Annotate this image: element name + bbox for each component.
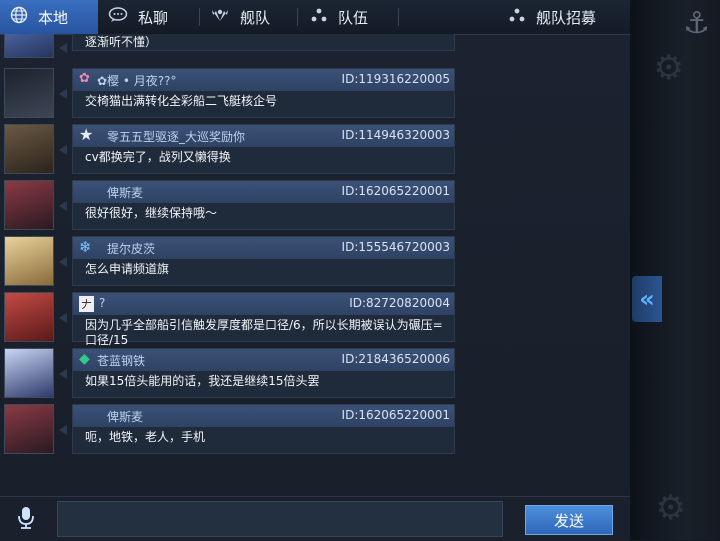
message-text: 很好很好，继续保持哦～ xyxy=(85,206,218,220)
message-text: 怎么申请频道旗 xyxy=(85,262,170,276)
chat-bubble-icon xyxy=(108,7,128,27)
tab-label: 舰队 xyxy=(240,8,271,27)
tab-divider xyxy=(199,8,200,26)
message-header: 𠂇 ? ID:82720820004 xyxy=(73,293,454,315)
flower-badge-icon: ✿ xyxy=(79,71,90,86)
message-text: 如果15倍头能用的话，我还是继续15倍头罢 xyxy=(85,374,320,388)
message-header: 俾斯麦 ID:162065220001 xyxy=(73,405,454,427)
bubble-pointer xyxy=(59,425,67,435)
sender-id: ID:155546720003 xyxy=(341,240,450,254)
bubble-pointer xyxy=(59,201,67,211)
recruit-dots-icon xyxy=(508,7,526,27)
sender-name[interactable]: 苍蓝钢铁 xyxy=(97,352,145,369)
team-dots-icon xyxy=(310,7,328,27)
avatar[interactable] xyxy=(4,404,54,454)
avatar[interactable] xyxy=(4,348,54,398)
message-header: ✿ ✿樱 • 月夜??° ID:119316220005 xyxy=(73,69,454,91)
sender-name[interactable]: ? xyxy=(99,296,105,310)
bubble-pointer xyxy=(59,145,67,155)
sender-id: ID:218436520006 xyxy=(341,352,450,366)
message-bubble: ◆ 苍蓝钢铁 ID:218436520006 如果15倍头能用的话，我还是继续1… xyxy=(72,348,455,398)
tab-fleet[interactable]: 舰队 xyxy=(210,0,270,34)
tab-divider xyxy=(297,8,298,26)
avatar[interactable] xyxy=(4,68,54,118)
tab-local[interactable]: 本地 xyxy=(0,0,98,34)
bubble-pointer xyxy=(59,43,67,53)
bubble-pointer xyxy=(59,313,67,323)
message-text: cv都换完了，战列又懒得换 xyxy=(85,150,231,164)
snowflake-badge-icon: ❄ xyxy=(79,238,92,256)
bubble-pointer xyxy=(59,369,67,379)
avatar[interactable] xyxy=(4,236,54,286)
tab-label: 私聊 xyxy=(138,8,169,27)
message-input[interactable] xyxy=(57,501,503,537)
message-list[interactable]: 逐渐听不懂） ✿ ✿樱 • 月夜??° ID:119316220005 交椅猫出… xyxy=(0,34,630,496)
game-background: ⚓ ⚙ ⚙ xyxy=(630,0,720,540)
sender-id: ID:162065220001 xyxy=(341,184,450,198)
message-header: ◆ 苍蓝钢铁 ID:218436520006 xyxy=(73,349,454,371)
avatar[interactable] xyxy=(4,180,54,230)
gear-icon: ⚙ xyxy=(655,488,686,528)
bubble-pointer xyxy=(59,89,67,99)
anchor-icon: ⚓ xyxy=(683,6,710,41)
star-badge-icon: ★ xyxy=(79,125,94,144)
message-text: 逐渐听不懂） xyxy=(85,35,158,49)
globe-icon xyxy=(10,6,28,28)
avatar[interactable] xyxy=(4,34,54,58)
sender-id: ID:82720820004 xyxy=(349,296,450,310)
microphone-icon xyxy=(16,506,36,534)
voice-input-button[interactable] xyxy=(14,507,38,533)
message-text: 呃，地铁，老人，手机 xyxy=(85,430,206,444)
chat-input-bar: 发送 xyxy=(0,496,630,541)
sender-name[interactable]: 零五五型驱逐_大巡奖励你 xyxy=(107,128,245,145)
message-header: ❄ 提尔皮茨 ID:155546720003 xyxy=(73,237,454,259)
collapse-panel-button[interactable]: « xyxy=(632,276,662,322)
message-bubble: ★ 零五五型驱逐_大巡奖励你 ID:114946320003 cv都换完了，战列… xyxy=(72,124,455,174)
sender-id: ID:119316220005 xyxy=(341,72,450,86)
bubble-pointer xyxy=(59,257,67,267)
double-chevron-left-icon: « xyxy=(639,285,655,313)
message-bubble: 𠂇 ? ID:82720820004 因为几乎全部船引信触发厚度都是口径/6，所… xyxy=(72,292,455,347)
avatar[interactable] xyxy=(4,124,54,174)
calligraphy-badge-icon: 𠂇 xyxy=(79,296,94,312)
message-bubble: 逐渐听不懂） xyxy=(72,34,455,51)
green-gem-badge-icon: ◆ xyxy=(79,351,90,367)
chat-tab-bar: 本地 私聊 舰队 队伍 舰队招募 xyxy=(0,0,630,35)
message-bubble: ✿ ✿樱 • 月夜??° ID:119316220005 交椅猫出满转化全彩船二… xyxy=(72,68,455,118)
tab-label: 队伍 xyxy=(338,8,369,27)
tab-team[interactable]: 队伍 xyxy=(310,0,368,34)
message-bubble: 俾斯麦 ID:162065220001 呃，地铁，老人，手机 xyxy=(72,404,455,454)
tab-divider xyxy=(398,8,399,26)
gear-icon: ⚙ xyxy=(653,48,684,88)
sender-id: ID:114946320003 xyxy=(341,128,450,142)
sender-name[interactable]: 俾斯麦 xyxy=(107,408,143,425)
message-header: 俾斯麦 ID:162065220001 xyxy=(73,181,454,203)
tab-private-chat[interactable]: 私聊 xyxy=(108,0,168,34)
tab-fleet-recruit[interactable]: 舰队招募 xyxy=(508,0,596,34)
message-bubble: 俾斯麦 ID:162065220001 很好很好，继续保持哦～ xyxy=(72,180,455,230)
sender-name[interactable]: 提尔皮茨 xyxy=(107,240,155,257)
message-text: 交椅猫出满转化全彩船二飞艇核企号 xyxy=(85,94,278,108)
sender-id: ID:162065220001 xyxy=(341,408,450,422)
sender-name[interactable]: ✿樱 • 月夜??° xyxy=(97,72,177,89)
avatar[interactable] xyxy=(4,292,54,342)
message-bubble: ❄ 提尔皮茨 ID:155546720003 怎么申请频道旗 xyxy=(72,236,455,286)
sender-name[interactable]: 俾斯麦 xyxy=(107,184,143,201)
tab-label: 本地 xyxy=(38,8,69,27)
fleet-wings-icon xyxy=(210,7,230,27)
send-button[interactable]: 发送 xyxy=(525,505,613,535)
message-header: ★ 零五五型驱逐_大巡奖励你 ID:114946320003 xyxy=(73,125,454,147)
tab-label: 舰队招募 xyxy=(536,8,597,27)
message-text: 因为几乎全部船引信触发厚度都是口径/6，所以长期被误认为碾压=口径/15 xyxy=(85,318,443,347)
